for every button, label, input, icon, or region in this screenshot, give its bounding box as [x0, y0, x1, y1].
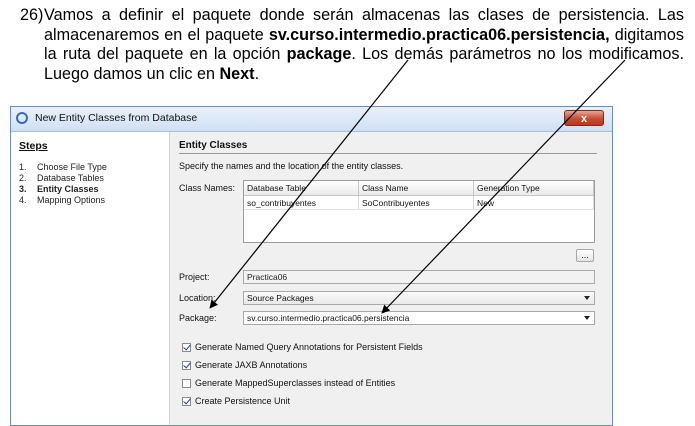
ellipsis-button[interactable]: ...: [576, 249, 594, 262]
table-cell[interactable]: so_contribuyentes: [244, 195, 359, 210]
package-option-emphasis: package: [286, 45, 352, 63]
package-value[interactable]: sv.curso.intermedio.practica06.persisten…: [247, 313, 409, 323]
checkbox-label: Generate JAXB Annotations: [195, 360, 308, 370]
step-num: 4.: [19, 195, 27, 205]
persistence-unit-checkbox[interactable]: Create Persistence Unit: [182, 396, 290, 406]
step-label: Entity Classes: [37, 184, 99, 194]
step-item: 4. Mapping Options: [19, 195, 107, 206]
step-number: 26): [20, 6, 44, 24]
instruction-paragraph: 26) Vamos a definir el paquete donde ser…: [20, 6, 684, 84]
mapped-superclasses-checkbox[interactable]: Generate MappedSuperclasses instead of E…: [182, 378, 395, 388]
package-path-emphasis: sv.curso.intermedio.practica06.persisten…: [268, 25, 610, 44]
steps-list: 1. Choose File Type 2. Database Tables 3. E…: [19, 162, 107, 206]
project-field: Practica06: [243, 270, 595, 284]
step-num: 2.: [19, 173, 27, 183]
next-emphasis: Next: [219, 64, 255, 83]
steps-pane: Steps 1. Choose File Type 2. Database Tabl…: [11, 132, 170, 425]
class-names-label: Class Names:: [179, 183, 236, 193]
checkbox-checked-icon[interactable]: [182, 397, 191, 406]
checkbox-checked-icon[interactable]: [182, 361, 191, 370]
column-header-database-table[interactable]: Database Table: [244, 181, 359, 196]
step-label: Mapping Options: [37, 195, 106, 205]
chevron-down-icon[interactable]: [584, 296, 590, 300]
table-cell[interactable]: SoContribuyentes: [358, 195, 474, 210]
step-item-current: 3. Entity Classes: [19, 184, 107, 195]
column-header-generation-type[interactable]: Generation Type: [473, 181, 594, 196]
project-label: Project:: [179, 272, 210, 282]
package-label: Package:: [179, 313, 217, 323]
title-separator: [179, 153, 597, 154]
step-num: 3.: [19, 184, 27, 194]
step-label: Database Tables: [37, 173, 104, 183]
class-names-table[interactable]: Database Table Class Name Generation Typ…: [243, 180, 595, 243]
column-header-class-name[interactable]: Class Name: [358, 181, 474, 196]
table-row[interactable]: so_contribuyentes SoContribuyentes New: [244, 195, 594, 210]
checkbox-label: Create Persistence Unit: [195, 396, 291, 406]
step-item: 2. Database Tables: [19, 173, 107, 184]
steps-heading: Steps: [19, 140, 48, 152]
named-query-checkbox[interactable]: Generate Named Query Annotations for Per…: [182, 342, 423, 352]
netbeans-app-icon: [16, 112, 28, 124]
location-dropdown[interactable]: Source Packages: [243, 291, 595, 305]
location-value: Source Packages: [247, 293, 314, 303]
package-combo-input[interactable]: sv.curso.intermedio.practica06.persisten…: [243, 311, 595, 325]
checkbox-label: Generate Named Query Annotations for Per…: [195, 342, 423, 352]
chevron-down-icon[interactable]: [584, 316, 590, 320]
entity-classes-panel: Entity Classes Specify the names and the…: [179, 132, 612, 425]
instruction-text-part: .: [254, 64, 260, 83]
checkbox-checked-icon[interactable]: [182, 343, 191, 352]
step-label: Choose File Type: [37, 162, 107, 172]
instruction-text: Vamos a definir el paquete donde serán a…: [44, 6, 684, 84]
step-num: 1.: [19, 162, 27, 172]
table-cell[interactable]: New: [473, 195, 594, 210]
jaxb-checkbox[interactable]: Generate JAXB Annotations: [182, 360, 307, 370]
panel-title: Entity Classes: [179, 140, 248, 151]
close-button[interactable]: x: [564, 110, 604, 126]
location-label: Location:: [179, 293, 216, 303]
checkbox-label: Generate MappedSuperclasses instead of E…: [195, 378, 396, 388]
checkbox-unchecked-icon[interactable]: [182, 379, 191, 388]
dialog-title: New Entity Classes from Database: [35, 112, 198, 124]
new-entity-classes-dialog: New Entity Classes from Database x Steps…: [10, 106, 613, 426]
dialog-titlebar[interactable]: New Entity Classes from Database x: [11, 107, 612, 132]
panel-description: Specify the names and the location of th…: [179, 161, 404, 171]
step-item: 1. Choose File Type: [19, 162, 107, 173]
